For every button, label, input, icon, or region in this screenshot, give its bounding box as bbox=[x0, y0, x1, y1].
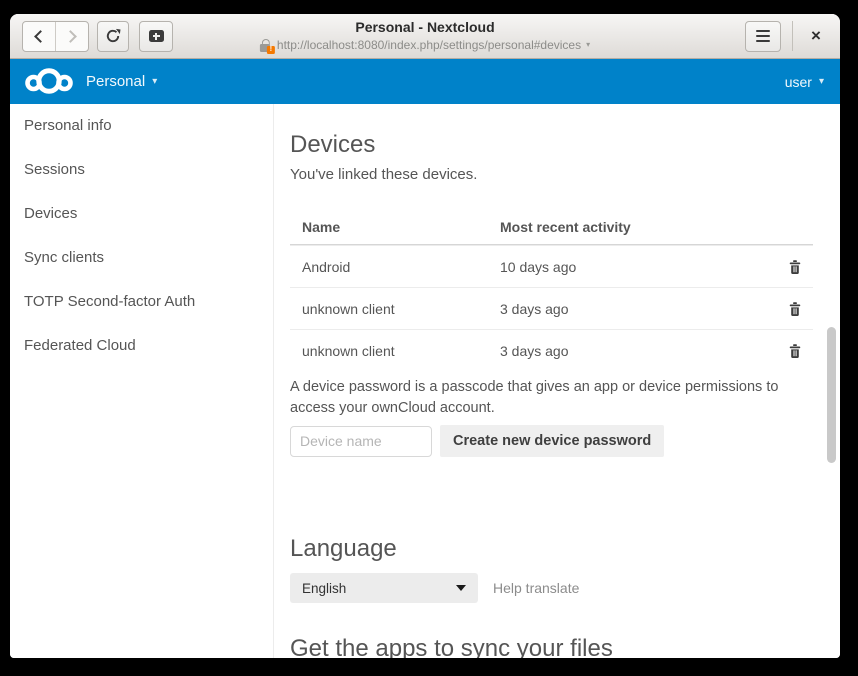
language-row: English Help translate bbox=[290, 573, 840, 603]
device-name-input[interactable] bbox=[290, 426, 432, 457]
sidebar-item-personal-info[interactable]: Personal info bbox=[10, 104, 273, 148]
app-menu[interactable]: Personal ▾ bbox=[86, 73, 157, 90]
nextcloud-logo[interactable] bbox=[24, 66, 74, 97]
page-title: Personal - Nextcloud bbox=[260, 18, 590, 37]
sidebar-item-sync-clients[interactable]: Sync clients bbox=[10, 236, 273, 280]
settings-sidebar: Personal info Sessions Devices Sync clie… bbox=[10, 104, 274, 658]
sidebar-item-sessions[interactable]: Sessions bbox=[10, 148, 273, 192]
settings-main: Devices You've linked these devices. Nam… bbox=[274, 104, 840, 658]
browser-titlebar: Personal - Nextcloud ! http://localhost:… bbox=[10, 14, 840, 59]
url-bar[interactable]: ! http://localhost:8080/index.php/settin… bbox=[260, 37, 590, 53]
browser-window: Personal - Nextcloud ! http://localhost:… bbox=[10, 14, 840, 658]
close-button[interactable]: × bbox=[804, 24, 828, 48]
titlebar-right: × bbox=[745, 21, 828, 52]
apps-heading: Get the apps to sync your files bbox=[290, 635, 840, 658]
lock-warning-icon: ! bbox=[260, 39, 272, 52]
back-icon bbox=[34, 30, 47, 43]
app-menu-caret-icon: ▾ bbox=[152, 76, 157, 87]
app-menu-label: Personal bbox=[86, 73, 145, 90]
titlebar-separator bbox=[792, 21, 793, 51]
column-header-name: Name bbox=[290, 219, 500, 235]
app-body: Personal info Sessions Devices Sync clie… bbox=[10, 104, 840, 658]
delete-device-button[interactable] bbox=[785, 257, 805, 277]
select-caret-icon bbox=[456, 585, 466, 591]
titlebar-center: Personal - Nextcloud ! http://localhost:… bbox=[260, 18, 590, 53]
delete-device-button[interactable] bbox=[785, 299, 805, 319]
forward-button[interactable] bbox=[55, 22, 88, 51]
help-translate-link[interactable]: Help translate bbox=[493, 580, 579, 596]
device-name: Android bbox=[290, 259, 500, 275]
device-name: unknown client bbox=[290, 343, 500, 359]
nav-button-group bbox=[22, 21, 89, 52]
devices-table-header: Name Most recent activity bbox=[290, 209, 813, 245]
language-selected-value: English bbox=[302, 581, 346, 596]
trash-icon bbox=[787, 301, 803, 317]
table-row: unknown client 3 days ago bbox=[290, 287, 813, 329]
forward-icon bbox=[64, 30, 77, 43]
back-button[interactable] bbox=[23, 22, 55, 51]
language-select[interactable]: English bbox=[290, 573, 478, 603]
device-activity: 3 days ago bbox=[500, 343, 773, 359]
language-heading: Language bbox=[290, 535, 840, 563]
device-name: unknown client bbox=[290, 301, 500, 317]
devices-table: Name Most recent activity Android 10 day… bbox=[290, 209, 813, 371]
user-menu[interactable]: user ▾ bbox=[785, 74, 824, 90]
device-activity: 10 days ago bbox=[500, 259, 773, 275]
new-tab-icon bbox=[149, 30, 164, 42]
table-row: Android 10 days ago bbox=[290, 245, 813, 287]
column-header-activity: Most recent activity bbox=[500, 219, 773, 235]
device-activity: 3 days ago bbox=[500, 301, 773, 317]
user-menu-label: user bbox=[785, 74, 812, 90]
scrollbar-thumb[interactable] bbox=[827, 327, 836, 463]
create-device-password-button[interactable]: Create new device password bbox=[440, 425, 664, 457]
table-row: unknown client 3 days ago bbox=[290, 329, 813, 371]
device-password-hint: A device password is a passcode that giv… bbox=[290, 377, 790, 419]
url-text: http://localhost:8080/index.php/settings… bbox=[277, 37, 581, 53]
sidebar-item-devices[interactable]: Devices bbox=[10, 192, 273, 236]
devices-heading: Devices bbox=[290, 131, 840, 159]
sidebar-item-totp[interactable]: TOTP Second-factor Auth bbox=[10, 280, 273, 324]
trash-icon bbox=[787, 259, 803, 275]
menu-button[interactable] bbox=[745, 21, 781, 52]
trash-icon bbox=[787, 343, 803, 359]
new-tab-button[interactable] bbox=[139, 21, 173, 52]
delete-device-button[interactable] bbox=[785, 341, 805, 361]
devices-subtitle: You've linked these devices. bbox=[290, 165, 840, 185]
sidebar-item-federated-cloud[interactable]: Federated Cloud bbox=[10, 324, 273, 368]
refresh-button[interactable] bbox=[97, 21, 129, 52]
nextcloud-header: Personal ▾ user ▾ bbox=[10, 59, 840, 104]
device-password-form: Create new device password bbox=[290, 425, 840, 457]
url-dropdown-icon[interactable]: ▾ bbox=[586, 37, 590, 53]
hamburger-icon bbox=[756, 30, 770, 42]
refresh-icon bbox=[105, 28, 121, 44]
user-menu-caret-icon: ▾ bbox=[819, 76, 824, 87]
